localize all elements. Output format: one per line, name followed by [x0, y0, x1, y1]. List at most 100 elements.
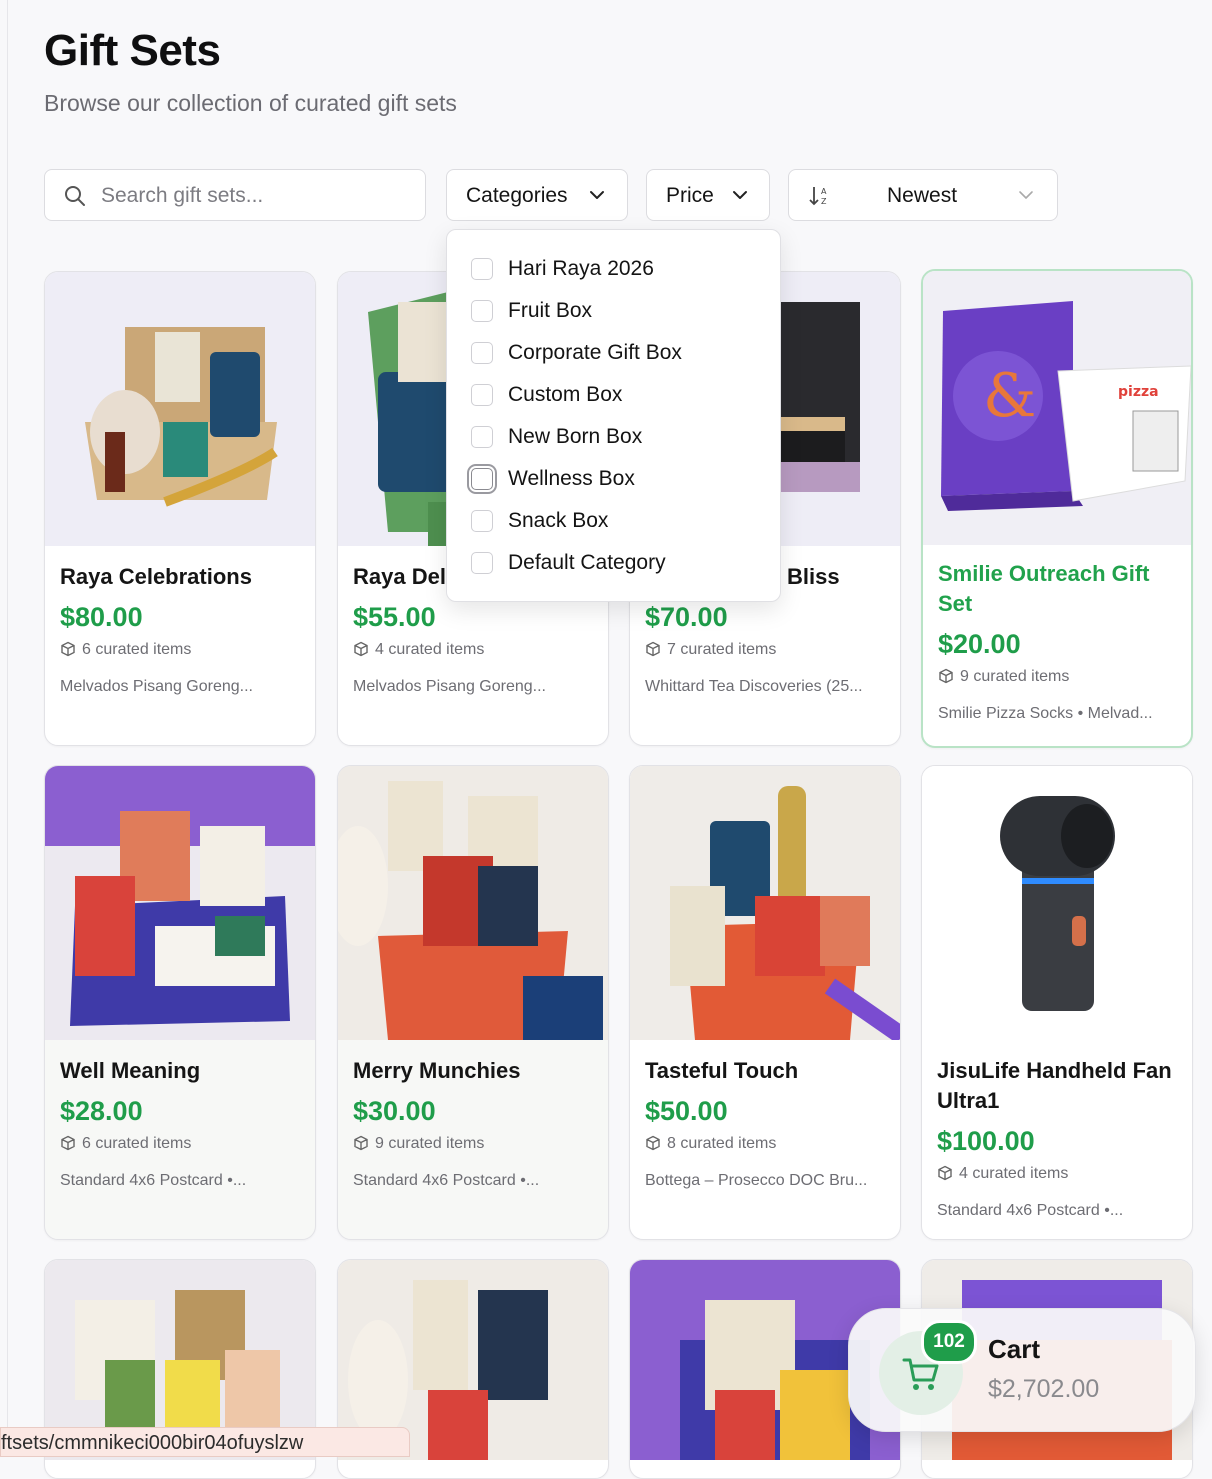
chevron-down-icon [733, 191, 747, 199]
package-icon [354, 641, 368, 657]
cart-count-badge: 102 [921, 1320, 977, 1364]
product-item-count: 6 curated items [60, 641, 191, 659]
product-item-count: 7 curated items [645, 641, 776, 659]
category-checkbox[interactable] [471, 552, 493, 574]
product-item-count-text: 7 curated items [667, 641, 777, 658]
page-title: Gift Sets [44, 26, 221, 75]
product-price: $80.00 [60, 602, 143, 632]
product-card[interactable]: JisuLife Handheld Fan Ultra1 $100.00 4 c… [921, 765, 1193, 1240]
product-item-count: 6 curated items [60, 1135, 191, 1153]
product-title[interactable]: Raya Celebrations [60, 562, 300, 592]
product-image [630, 766, 900, 1040]
cart-button[interactable]: 102 Cart $2,702.00 [848, 1308, 1196, 1432]
product-description: Whittard Tea Discoveries (25... [645, 678, 863, 695]
category-option-label: Corporate Gift Box [508, 341, 682, 364]
category-checkbox[interactable] [471, 384, 493, 406]
category-checkbox[interactable] [471, 300, 493, 322]
sort-selected-value: Newest [887, 184, 958, 207]
product-description: Smilie Pizza Socks • Melvad... [938, 705, 1153, 722]
sort-select[interactable]: AZ Newest [788, 169, 1058, 221]
product-card[interactable]: Merry Munchies $30.00 9 curated items St… [337, 765, 609, 1240]
product-description: Melvados Pisang Goreng... [353, 678, 546, 695]
categories-filter-label: Categories [466, 184, 568, 207]
price-filter-button[interactable]: Price [646, 169, 770, 221]
product-item-count-text: 9 curated items [960, 668, 1070, 685]
product-item-count-text: 8 curated items [667, 1135, 777, 1152]
product-item-count: 4 curated items [353, 641, 484, 659]
category-option-label: Fruit Box [508, 299, 593, 322]
product-title[interactable]: Merry Munchies [353, 1056, 593, 1086]
product-item-count: 8 curated items [645, 1135, 776, 1153]
product-title[interactable]: JisuLife Handheld Fan Ultra1 [937, 1056, 1177, 1116]
category-checkbox[interactable] [471, 426, 493, 448]
categories-filter-button[interactable]: Categories [446, 169, 628, 221]
product-image [45, 766, 315, 1040]
svg-text:A: A [821, 187, 827, 196]
category-option-label: Hari Raya 2026 [508, 257, 654, 280]
product-card[interactable]: Well Meaning $28.00 6 curated items Stan… [44, 765, 316, 1240]
svg-text:Z: Z [821, 197, 827, 206]
product-title[interactable]: Well Meaning [60, 1056, 300, 1086]
package-icon [646, 1135, 660, 1151]
product-title[interactable]: Tasteful Touch [645, 1056, 885, 1086]
categories-dropdown: Hari Raya 2026 Fruit Box Corporate Gift … [446, 229, 781, 602]
package-icon [939, 668, 953, 684]
product-price: $50.00 [645, 1096, 728, 1126]
product-price: $28.00 [60, 1096, 143, 1126]
product-price: $30.00 [353, 1096, 436, 1126]
product-price: $100.00 [937, 1126, 1035, 1156]
product-item-count: 9 curated items [938, 668, 1069, 686]
product-description: Melvados Pisang Goreng... [60, 678, 253, 695]
category-option-label: Default Category [508, 551, 666, 574]
product-title[interactable]: Smilie Outreach Gift Set [938, 559, 1178, 619]
cart-total: $2,702.00 [988, 1375, 1100, 1403]
product-description: Standard 4x6 Postcard •... [353, 1172, 540, 1189]
svg-text:pizza: pizza [1118, 384, 1159, 400]
product-item-count-text: 6 curated items [82, 641, 192, 658]
product-image [45, 272, 315, 546]
product-item-count-text: 4 curated items [959, 1165, 1069, 1182]
page-subtitle: Browse our collection of curated gift se… [44, 90, 457, 116]
search-icon [65, 186, 85, 206]
category-checkbox[interactable] [471, 342, 493, 364]
product-item-count-text: 6 curated items [82, 1135, 192, 1152]
product-image [922, 766, 1192, 1040]
category-checkbox-focused[interactable] [471, 468, 493, 490]
search-box[interactable] [44, 169, 426, 221]
page-edge [7, 0, 8, 1452]
package-icon [938, 1165, 952, 1181]
category-option-label: New Born Box [508, 425, 643, 448]
product-price: $55.00 [353, 602, 436, 632]
product-card[interactable]: Raya Celebrations $80.00 6 curated items… [44, 271, 316, 746]
search-input[interactable] [99, 180, 403, 212]
product-title[interactable]: Bliss [787, 562, 900, 592]
sort-icon: AZ [809, 187, 827, 206]
product-description: Standard 4x6 Postcard •... [60, 1172, 247, 1189]
product-image [338, 766, 608, 1040]
package-icon [61, 1135, 75, 1151]
product-price: $20.00 [938, 629, 1021, 659]
product-card-selected[interactable]: & pizza Smilie Outreach Gift Set $20.00 … [921, 269, 1193, 748]
product-item-count: 4 curated items [937, 1165, 1068, 1183]
package-icon [354, 1135, 368, 1151]
product-item-count-text: 4 curated items [375, 641, 485, 658]
product-description: Standard 4x6 Postcard •... [937, 1202, 1124, 1219]
category-option-label: Snack Box [508, 509, 609, 532]
product-description: Bottega – Prosecco DOC Bru... [645, 1172, 868, 1189]
product-image: & pizza [923, 271, 1191, 545]
package-icon [646, 641, 660, 657]
chevron-down-icon [1019, 191, 1033, 199]
category-option-label: Custom Box [508, 383, 623, 406]
product-item-count: 9 curated items [353, 1135, 484, 1153]
product-card[interactable]: Tasteful Touch $50.00 8 curated items Bo… [629, 765, 901, 1240]
cart-label: Cart [988, 1334, 1041, 1364]
product-item-count-text: 9 curated items [375, 1135, 485, 1152]
price-filter-label: Price [666, 184, 714, 207]
category-checkbox[interactable] [471, 258, 493, 280]
link-status-bar: ftsets/cmmnikeci000bir04ofuyslzw [0, 1427, 410, 1457]
product-price: $70.00 [645, 602, 728, 632]
category-checkbox[interactable] [471, 510, 493, 532]
svg-text:&: & [983, 361, 1036, 431]
chevron-down-icon [590, 191, 604, 199]
package-icon [61, 641, 75, 657]
